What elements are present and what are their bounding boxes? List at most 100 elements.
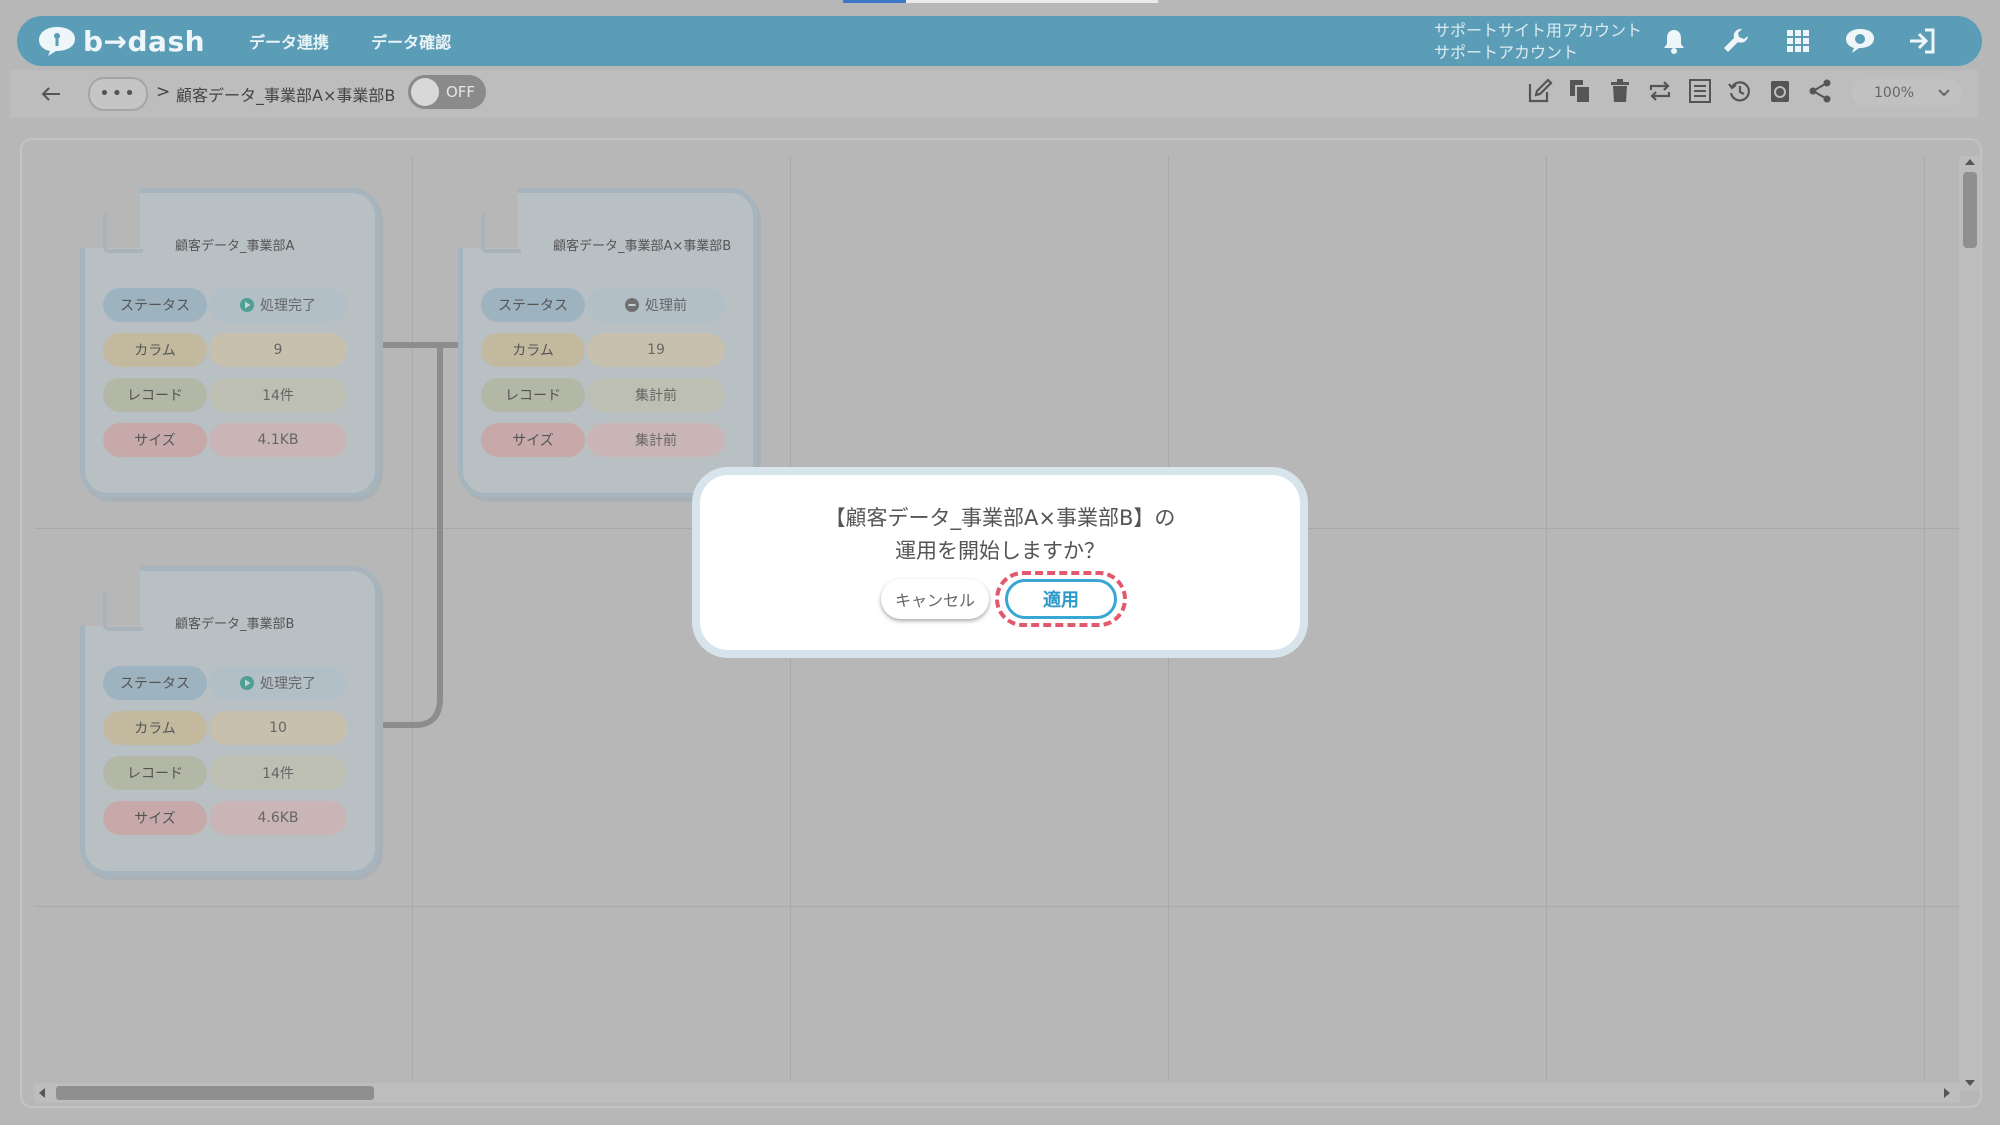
logo[interactable]: b→dash: [37, 25, 205, 58]
logo-text: b→dash: [83, 24, 206, 58]
size-row: サイズ 集計前: [481, 423, 725, 457]
more-label: •••: [99, 83, 137, 104]
app-header: b→dash データ連携 データ確認 サポートサイト用アカウント サポートアカウ…: [17, 16, 1982, 66]
status-label: ステータス: [481, 288, 585, 322]
scroll-down-icon[interactable]: [1965, 1079, 1975, 1087]
account-info[interactable]: サポートサイト用アカウント サポートアカウント: [1434, 20, 1642, 64]
copy-icon[interactable]: [1565, 76, 1595, 106]
trash-icon[interactable]: [1605, 76, 1635, 106]
size-row: サイズ 4.6KB: [103, 801, 347, 835]
list-icon[interactable]: [1685, 76, 1715, 106]
status-label: ステータス: [103, 666, 207, 700]
record-value: 14件: [209, 378, 347, 412]
column-row: カラム 19: [481, 333, 725, 367]
size-label: サイズ: [103, 801, 207, 835]
nav-data-check[interactable]: データ確認: [371, 29, 451, 53]
zoom-select[interactable]: 100%: [1852, 79, 1962, 107]
record-label: レコード: [103, 378, 207, 412]
size-value: 4.6KB: [209, 801, 347, 835]
play-icon: [240, 298, 254, 312]
status-row: ステータス 処理完了: [103, 666, 347, 700]
column-value: 10: [209, 711, 347, 745]
repeat-icon[interactable]: [1645, 76, 1675, 106]
vertical-scrollbar[interactable]: [1959, 156, 1981, 1091]
status-row: ステータス 処理完了: [103, 288, 347, 322]
minus-icon: [625, 298, 639, 312]
record-row: レコード 14件: [103, 378, 347, 412]
logo-bubble-icon: [39, 27, 75, 56]
data-node-card[interactable]: 顧客データ_事業部A ステータス 処理完了 カラム 9 レコード 14件 サイズ…: [80, 188, 380, 498]
record-value: 14件: [209, 756, 347, 790]
record-value: 集計前: [587, 378, 725, 412]
nav-data-link[interactable]: データ連携: [249, 29, 329, 53]
node-title: 顧客データ_事業部A×事業部B: [553, 239, 732, 254]
dialog-message: 【顧客データ_事業部A×事業部B】の 運用を開始しますか？: [700, 502, 1300, 568]
grid-line: [1924, 156, 1925, 1081]
scroll-left-icon[interactable]: [38, 1088, 46, 1098]
status-value: 処理前: [587, 288, 725, 322]
grid-line: [34, 906, 1974, 907]
grid-icon[interactable]: [1778, 21, 1818, 61]
edit-icon[interactable]: [1525, 76, 1555, 106]
column-label: カラム: [103, 333, 207, 367]
horizontal-scroll-thumb[interactable]: [56, 1086, 374, 1100]
vertical-scroll-thumb[interactable]: [1963, 172, 1977, 248]
share-icon[interactable]: [1805, 76, 1835, 106]
status-value: 処理完了: [209, 288, 347, 322]
file-corner-icon: [103, 213, 143, 253]
grid-line: [1546, 156, 1547, 1081]
size-value: 4.1KB: [209, 423, 347, 457]
horizontal-scrollbar[interactable]: [34, 1083, 1960, 1103]
refresh-icon[interactable]: [1765, 76, 1795, 106]
chevron-down-icon: [1938, 89, 1950, 97]
cancel-button[interactable]: キャンセル: [881, 579, 989, 619]
column-row: カラム 9: [103, 333, 347, 367]
scroll-right-icon[interactable]: [1943, 1088, 1951, 1098]
toggle-knob: [411, 78, 439, 106]
apply-button[interactable]: 適用: [1005, 579, 1117, 619]
size-value: 集計前: [587, 423, 725, 457]
status-value: 処理完了: [209, 666, 347, 700]
zoom-value: 100%: [1874, 85, 1915, 101]
status-row: ステータス 処理前: [481, 288, 725, 322]
scroll-up-icon[interactable]: [1965, 158, 1975, 166]
size-label: サイズ: [481, 423, 585, 457]
account-line1: サポートサイト用アカウント: [1434, 21, 1643, 40]
size-row: サイズ 4.1KB: [103, 423, 347, 457]
wrench-icon[interactable]: [1716, 21, 1756, 61]
history-icon[interactable]: [1725, 76, 1755, 106]
column-label: カラム: [103, 711, 207, 745]
operation-toggle[interactable]: OFF: [408, 75, 486, 109]
grid-line: [412, 156, 413, 1081]
breadcrumb-separator: >: [156, 82, 171, 102]
file-corner-icon: [103, 591, 143, 631]
record-label: レコード: [103, 756, 207, 790]
record-row: レコード 14件: [103, 756, 347, 790]
account-line2: サポートアカウント: [1434, 43, 1579, 62]
dialog-message-line2: 運用を開始しますか？: [895, 539, 1105, 563]
node-title: 顧客データ_事業部A: [175, 239, 295, 254]
back-arrow-icon[interactable]: [40, 83, 62, 105]
file-corner-icon: [481, 213, 521, 253]
bell-icon[interactable]: [1654, 21, 1694, 61]
record-label: レコード: [481, 378, 585, 412]
toggle-label: OFF: [446, 83, 476, 101]
breadcrumb-more-button[interactable]: •••: [88, 77, 148, 111]
data-node-card[interactable]: 顧客データ_事業部B ステータス 処理完了 カラム 10 レコード 14件 サイ…: [80, 566, 380, 876]
loading-bar: [843, 0, 1158, 3]
dialog-message-line1: 【顧客データ_事業部A×事業部B】の: [824, 506, 1176, 530]
play-icon: [240, 676, 254, 690]
size-label: サイズ: [103, 423, 207, 457]
status-label: ステータス: [103, 288, 207, 322]
data-node-card[interactable]: 顧客データ_事業部A×事業部B ステータス 処理前 カラム 19 レコード 集計…: [458, 188, 758, 498]
record-row: レコード 集計前: [481, 378, 725, 412]
column-label: カラム: [481, 333, 585, 367]
confirm-dialog: 【顧客データ_事業部A×事業部B】の 運用を開始しますか？ キャンセル 適用: [700, 475, 1300, 650]
column-value: 19: [587, 333, 725, 367]
node-title: 顧客データ_事業部B: [175, 617, 295, 632]
column-value: 9: [209, 333, 347, 367]
breadcrumb-current: 顧客データ_事業部A×事業部B: [176, 86, 396, 105]
column-row: カラム 10: [103, 711, 347, 745]
logout-icon[interactable]: [1902, 21, 1942, 61]
chat-icon[interactable]: [1840, 21, 1880, 61]
